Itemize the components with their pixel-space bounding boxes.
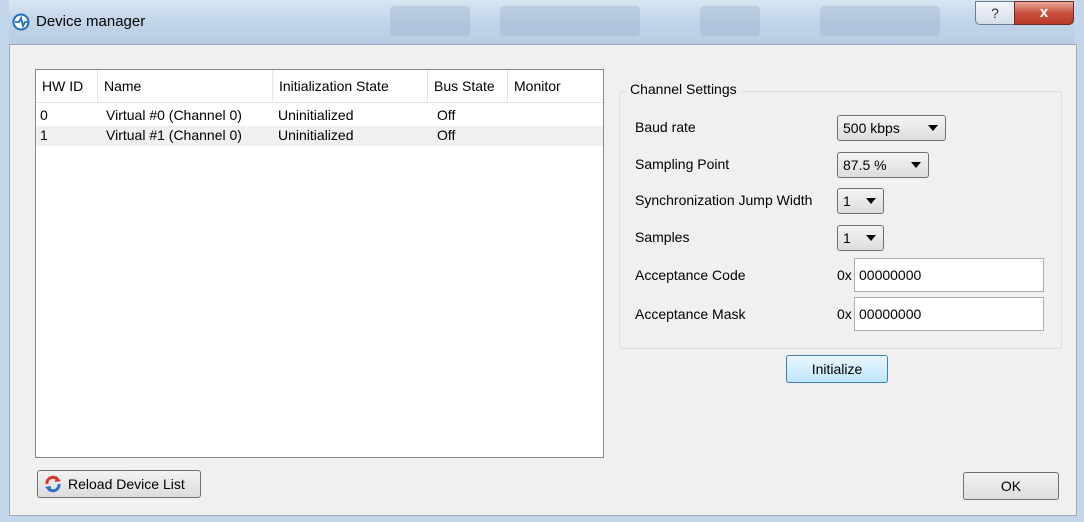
sjw-label: Synchronization Jump Width xyxy=(635,192,813,208)
cell-hwid: 1 xyxy=(40,127,48,143)
chevron-down-icon xyxy=(866,235,876,241)
baud-rate-value: 500 kbps xyxy=(843,120,900,136)
background-blur xyxy=(820,6,940,36)
device-table[interactable]: HW ID Name Initialization State Bus Stat… xyxy=(35,69,604,458)
sjw-value: 1 xyxy=(843,193,851,209)
table-header: HW ID Name Initialization State Bus Stat… xyxy=(36,70,603,103)
samples-value: 1 xyxy=(843,230,851,246)
cell-init-state: Uninitialized xyxy=(278,127,354,143)
column-header-bus-state[interactable]: Bus State xyxy=(428,70,508,102)
baud-rate-select[interactable]: 500 kbps xyxy=(837,115,946,141)
acceptance-mask-label: Acceptance Mask xyxy=(635,306,746,322)
column-header-monitor[interactable]: Monitor xyxy=(508,70,603,102)
sampling-point-select[interactable]: 87.5 % xyxy=(837,152,929,178)
close-button[interactable]: x xyxy=(1014,1,1074,25)
acceptance-code-label: Acceptance Code xyxy=(635,267,746,283)
acceptance-mask-prefix: 0x xyxy=(837,306,852,322)
title-bar[interactable]: Device manager ? x xyxy=(0,0,1084,44)
channel-settings-title: Channel Settings xyxy=(626,81,741,97)
window-frame-left xyxy=(0,0,9,522)
reload-device-list-button[interactable]: Reload Device List xyxy=(37,470,201,498)
refresh-icon xyxy=(45,475,61,493)
table-row[interactable]: 1 Virtual #1 (Channel 0) Uninitialized O… xyxy=(36,126,603,146)
samples-select[interactable]: 1 xyxy=(837,225,884,251)
acceptance-code-input[interactable]: 00000000 xyxy=(854,258,1044,292)
column-header-hwid[interactable]: HW ID xyxy=(36,70,98,102)
ok-button[interactable]: OK xyxy=(963,472,1059,500)
background-blur xyxy=(500,6,640,36)
connection-icon xyxy=(12,13,30,31)
initialize-button[interactable]: Initialize xyxy=(786,355,888,383)
column-header-init-state[interactable]: Initialization State xyxy=(273,70,428,102)
cell-hwid: 0 xyxy=(40,107,48,123)
table-row[interactable]: 0 Virtual #0 (Channel 0) Uninitialized O… xyxy=(36,106,603,126)
sampling-point-value: 87.5 % xyxy=(843,157,887,173)
sjw-select[interactable]: 1 xyxy=(837,188,884,214)
cell-bus-state: Off xyxy=(437,127,456,143)
acceptance-mask-input[interactable]: 00000000 xyxy=(854,297,1044,331)
cell-name: Virtual #1 (Channel 0) xyxy=(106,127,242,143)
chevron-down-icon xyxy=(911,162,921,168)
samples-label: Samples xyxy=(635,229,690,245)
chevron-down-icon xyxy=(928,125,938,131)
acceptance-code-prefix: 0x xyxy=(837,267,852,283)
device-manager-window: Device manager ? x HW ID Name Initializa… xyxy=(0,0,1084,522)
column-header-name[interactable]: Name xyxy=(98,70,273,102)
cell-monitor[interactable] xyxy=(512,106,516,126)
sampling-point-label: Sampling Point xyxy=(635,156,730,172)
cell-name: Virtual #0 (Channel 0) xyxy=(106,107,242,123)
background-blur xyxy=(700,6,760,36)
help-button[interactable]: ? xyxy=(975,1,1015,25)
cell-monitor[interactable] xyxy=(512,126,516,146)
window-title: Device manager xyxy=(36,13,146,30)
baud-rate-label: Baud rate xyxy=(635,119,696,135)
cell-init-state: Uninitialized xyxy=(278,107,354,123)
chevron-down-icon xyxy=(866,198,876,204)
dialog-body: HW ID Name Initialization State Bus Stat… xyxy=(9,44,1077,516)
reload-button-label: Reload Device List xyxy=(68,476,185,492)
cell-bus-state: Off xyxy=(437,107,456,123)
background-blur xyxy=(390,6,470,36)
